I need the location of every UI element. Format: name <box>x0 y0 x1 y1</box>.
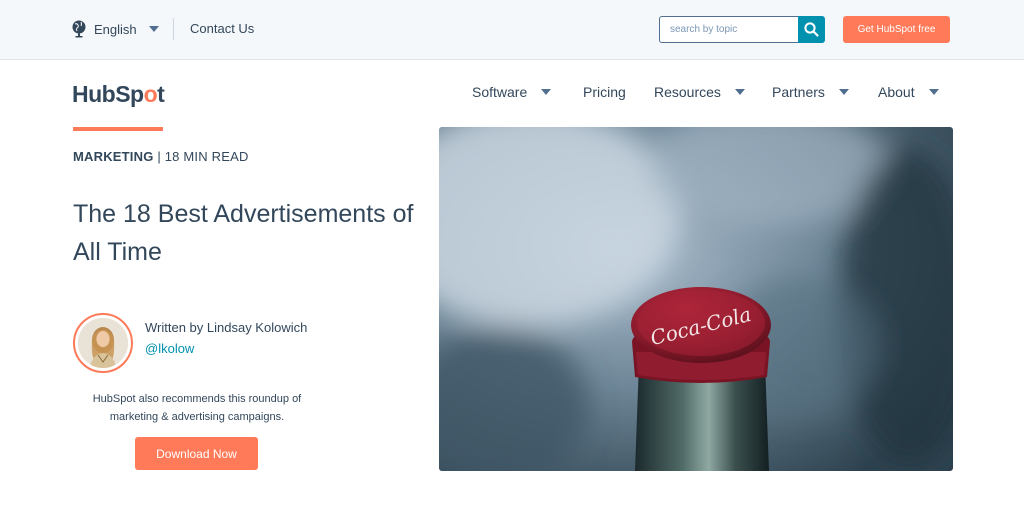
globe-icon <box>72 20 86 38</box>
divider <box>173 18 174 40</box>
get-hubspot-free-button[interactable]: Get HubSpot free <box>843 16 950 43</box>
author-byline: Written by Lindsay Kolowich <box>145 320 308 335</box>
article-meta: MARKETING | 18 MIN READ <box>73 149 249 164</box>
read-time: 18 MIN READ <box>164 149 249 164</box>
contact-us-link[interactable]: Contact Us <box>190 21 254 36</box>
nav-item-label: Pricing <box>583 84 626 100</box>
accent-bar <box>73 127 163 131</box>
nav-item-software[interactable]: Software <box>472 84 552 100</box>
chevron-down-icon <box>148 26 159 32</box>
avatar-photo <box>78 318 128 368</box>
language-label: English <box>94 21 137 37</box>
utility-bar: English Contact Us Get HubSpot free <box>0 0 1024 60</box>
author-handle-link[interactable]: @lkolow <box>145 341 194 356</box>
main-nav: Software Pricing Resources Partners Abou… <box>0 84 1024 104</box>
article-title: The 18 Best Advertisements of All Time <box>73 200 414 266</box>
chevron-down-icon <box>928 89 939 95</box>
recommendation-text: HubSpot also recommends this roundup of … <box>92 393 302 423</box>
search-button[interactable] <box>798 16 825 43</box>
nav-item-label: Software <box>472 84 528 100</box>
search-input[interactable] <box>659 16 798 43</box>
nav-item-partners[interactable]: Partners <box>772 84 849 100</box>
nav-item-label: Resources <box>654 84 721 100</box>
download-now-button[interactable]: Download Now <box>135 437 258 470</box>
meta-separator: | <box>157 149 161 164</box>
nav-item-about[interactable]: About <box>878 84 939 100</box>
language-selector[interactable]: English <box>72 19 159 39</box>
chevron-down-icon <box>734 89 745 95</box>
search-icon <box>804 22 819 37</box>
featured-image: Coca-Cola <box>439 127 953 471</box>
topic-tag[interactable]: MARKETING <box>73 149 154 164</box>
chevron-down-icon <box>541 89 552 95</box>
nav-item-pricing[interactable]: Pricing <box>583 84 626 100</box>
search-form <box>659 16 825 43</box>
nav-item-resources[interactable]: Resources <box>654 84 745 100</box>
author-avatar[interactable] <box>73 313 133 373</box>
nav-item-label: Partners <box>772 84 825 100</box>
chevron-down-icon <box>838 89 849 95</box>
nav-item-label: About <box>878 84 915 100</box>
